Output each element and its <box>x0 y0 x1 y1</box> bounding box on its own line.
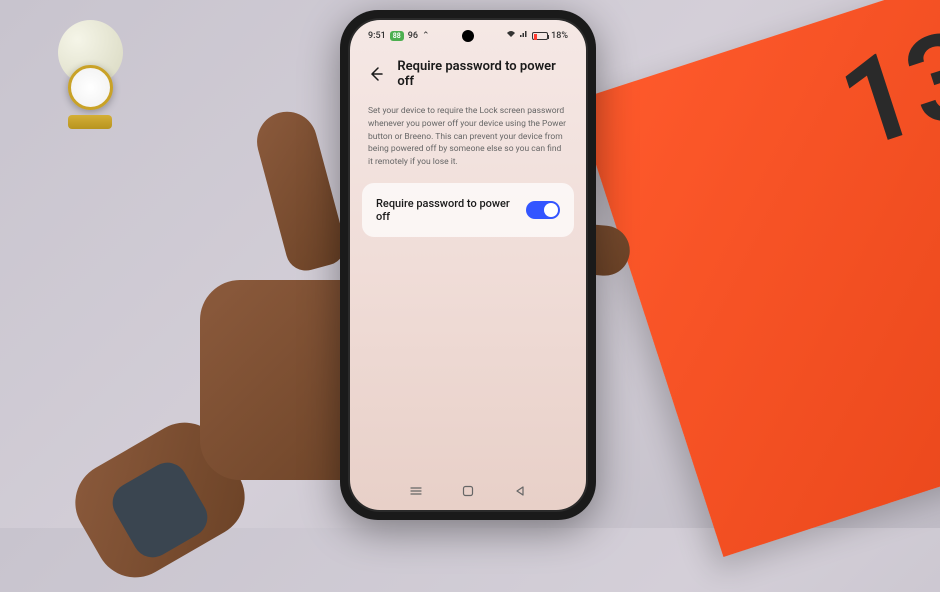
status-network: 96 <box>408 31 418 41</box>
home-icon <box>462 485 474 497</box>
navigation-bar <box>350 482 586 500</box>
status-time: 9:51 <box>368 31 386 41</box>
setting-label: Require password to power off <box>376 197 526 223</box>
toggle-thumb <box>544 203 558 217</box>
recents-icon <box>409 484 423 498</box>
phone-frame: 9:51 88 96 ⌃ 18% <box>340 10 596 520</box>
page-title: Require password to power off <box>397 59 570 89</box>
page-header: Require password to power off <box>350 45 586 97</box>
back-triangle-icon <box>514 485 526 497</box>
expand-icon: ⌃ <box>422 31 430 41</box>
desk-clock-decoration <box>50 20 130 110</box>
recents-button[interactable] <box>407 482 425 500</box>
setting-description: Set your device to require the Lock scre… <box>350 97 586 183</box>
battery-icon <box>532 32 548 40</box>
front-camera <box>462 30 474 42</box>
wifi-icon <box>506 30 516 41</box>
phone-screen: 9:51 88 96 ⌃ 18% <box>350 20 586 510</box>
back-nav-button[interactable] <box>511 482 529 500</box>
back-arrow-icon <box>368 66 384 82</box>
status-badge: 88 <box>390 31 404 41</box>
setting-row: Require password to power off <box>362 183 574 237</box>
battery-percent: 18% <box>551 31 568 41</box>
power-off-password-toggle[interactable] <box>526 201 560 219</box>
back-button[interactable] <box>366 64 385 84</box>
signal-icon <box>519 30 529 41</box>
home-button[interactable] <box>459 482 477 500</box>
